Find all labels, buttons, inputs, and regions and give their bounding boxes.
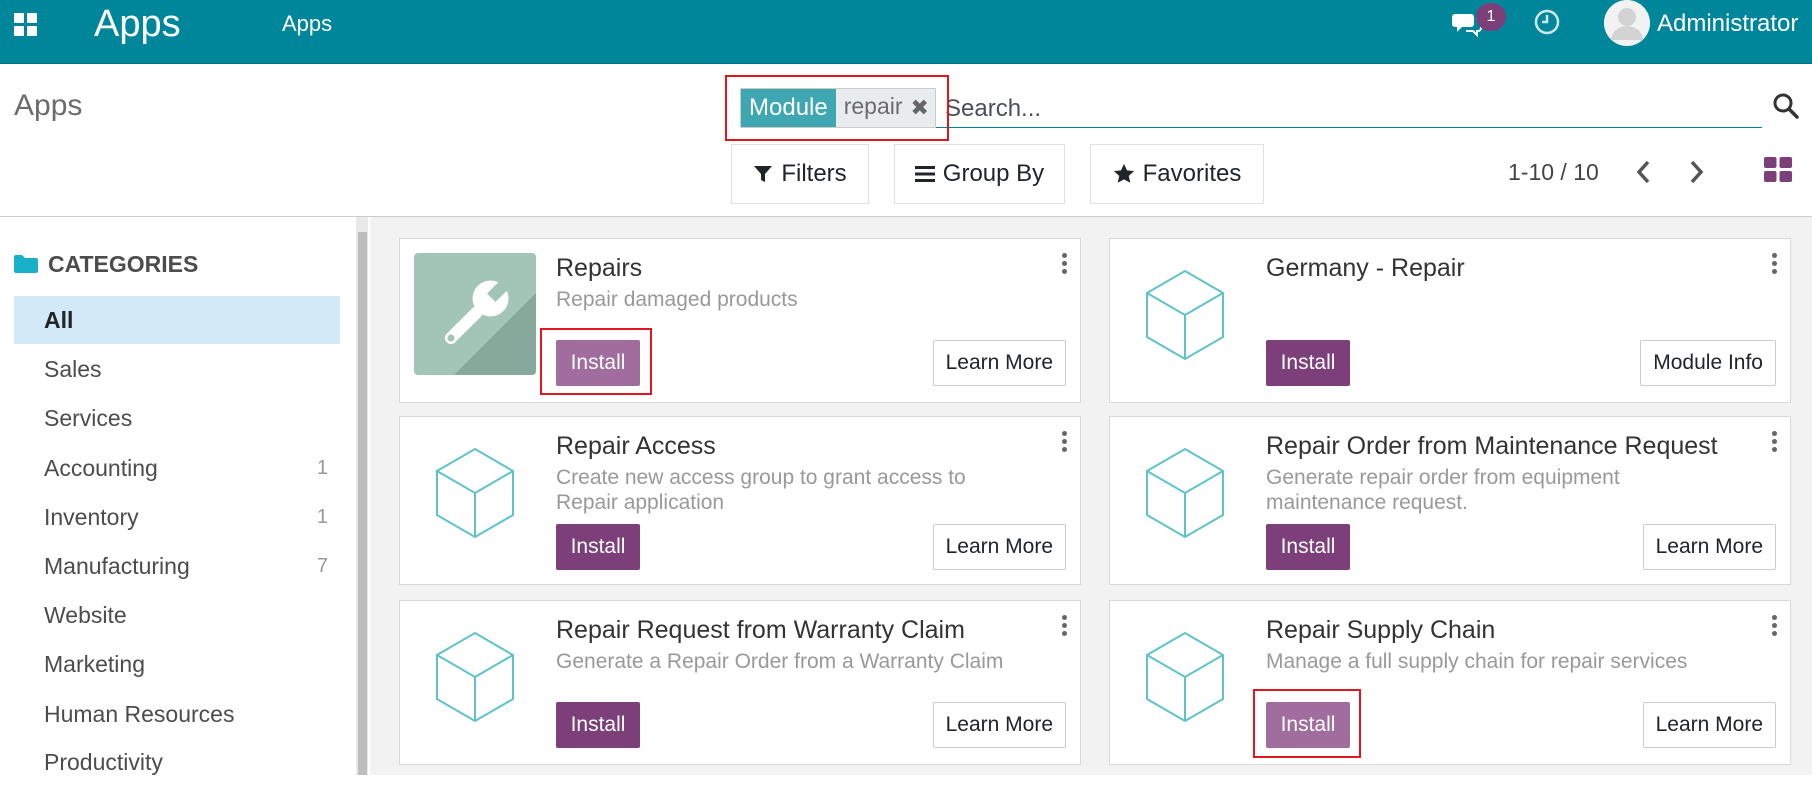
navbar-brand[interactable]: Apps — [94, 2, 181, 46]
top-navbar: Apps Apps 1 Administrator — [0, 0, 1812, 64]
module-cube-icon — [1146, 447, 1224, 539]
category-services[interactable]: Services — [14, 394, 340, 442]
module-cube-icon — [436, 631, 514, 723]
card-menu-kebab-icon[interactable] — [1060, 253, 1068, 275]
app-summary: Manage a full supply chain for repair se… — [1266, 650, 1688, 673]
app-card-repair-access[interactable]: Repair Access Create new access group to… — [399, 416, 1081, 585]
category-label: All — [44, 307, 74, 333]
learn-more-button[interactable]: Learn More — [932, 524, 1066, 570]
search-icon[interactable] — [1772, 92, 1800, 120]
app-name: Repair Access — [556, 432, 716, 460]
card-menu-kebab-icon[interactable] — [1770, 431, 1778, 453]
app-name: Germany - Repair — [1266, 254, 1465, 282]
category-label: Productivity — [44, 749, 163, 775]
folder-icon — [14, 255, 38, 273]
category-label: Services — [44, 405, 133, 431]
app-menu-grid-icon[interactable] — [14, 13, 40, 39]
group-by-bars-icon — [914, 166, 935, 182]
app-name: Repair Supply Chain — [1266, 616, 1496, 644]
app-card-repair-supply-chain[interactable]: Repair Supply Chain Manage a full supply… — [1109, 600, 1791, 765]
module-cube-icon — [1146, 269, 1224, 361]
user-name[interactable]: Administrator — [1657, 9, 1798, 39]
category-marketing[interactable]: Marketing — [14, 640, 340, 688]
card-menu-kebab-icon[interactable] — [1770, 253, 1778, 275]
navbar-menu-apps[interactable]: Apps — [282, 10, 332, 38]
search-input[interactable] — [945, 92, 1745, 126]
app-name: Repair Order from Maintenance Request — [1266, 432, 1718, 460]
category-website[interactable]: Website — [14, 591, 340, 639]
install-button[interactable]: Install — [556, 524, 640, 570]
chevron-right-icon[interactable] — [1682, 157, 1710, 187]
pager-value[interactable]: 1-10 / 10 — [1508, 157, 1599, 187]
category-label: Accounting — [44, 455, 158, 481]
filter-funnel-icon — [754, 166, 773, 182]
app-card-repair-warranty-claim[interactable]: Repair Request from Warranty Claim Gener… — [399, 600, 1081, 765]
app-name: Repairs — [556, 254, 643, 282]
learn-more-button[interactable]: Learn More — [1642, 524, 1776, 570]
category-inventory[interactable]: Inventory 1 — [14, 493, 340, 541]
user-avatar[interactable] — [1604, 0, 1650, 46]
learn-more-button[interactable]: Learn More — [932, 702, 1066, 748]
module-info-button[interactable]: Module Info — [1640, 340, 1776, 386]
categories-header: CATEGORIES — [14, 247, 198, 281]
app-card-repair-order-maintenance[interactable]: Repair Order from Maintenance Request Ge… — [1109, 416, 1791, 585]
favorites-button[interactable]: Favorites — [1090, 144, 1264, 204]
categories-sidebar: CATEGORIES All Sales Services Accounting… — [0, 217, 358, 775]
card-menu-kebab-icon[interactable] — [1060, 615, 1068, 637]
category-label: Human Resources — [44, 701, 235, 727]
category-label: Marketing — [44, 651, 145, 677]
category-human-resources[interactable]: Human Resources — [14, 690, 340, 738]
kanban-view-icon[interactable] — [1764, 157, 1792, 185]
avatar-person-icon — [1604, 0, 1650, 46]
category-label: Inventory — [44, 504, 139, 530]
learn-more-button[interactable]: Learn More — [1642, 702, 1776, 748]
app-summary: Generate a Repair Order from a Warranty … — [556, 650, 1004, 673]
category-all[interactable]: All — [14, 296, 340, 344]
card-menu-kebab-icon[interactable] — [1770, 615, 1778, 637]
chat-unread-badge: 1 — [1476, 3, 1506, 31]
learn-more-button[interactable]: Learn More — [932, 340, 1066, 386]
category-count: 7 — [316, 555, 328, 577]
category-label: Website — [44, 602, 127, 628]
filters-button[interactable]: Filters — [731, 144, 869, 204]
category-label: Sales — [44, 356, 102, 382]
star-icon — [1113, 163, 1134, 183]
categories-header-label: CATEGORIES — [48, 250, 199, 277]
app-summary: Create new access group to grant access … — [556, 466, 966, 514]
category-label: Manufacturing — [44, 553, 190, 579]
category-accounting[interactable]: Accounting 1 — [14, 444, 340, 492]
app-summary: Generate repair order from equipment mai… — [1266, 466, 1620, 514]
activity-clock-icon[interactable] — [1533, 8, 1561, 36]
install-button-highlight — [540, 328, 652, 395]
wrench-icon — [414, 253, 536, 375]
category-manufacturing[interactable]: Manufacturing 7 — [14, 542, 340, 590]
install-button[interactable]: Install — [1266, 524, 1350, 570]
app-name: Repair Request from Warranty Claim — [556, 616, 965, 644]
page-title: Apps — [14, 89, 83, 122]
app-summary: Repair damaged products — [556, 288, 798, 311]
search-facet-highlight — [725, 75, 949, 141]
module-cube-icon — [436, 447, 514, 539]
category-count: 1 — [316, 506, 328, 528]
sidebar-scrollbar-thumb[interactable] — [358, 232, 367, 775]
category-sales[interactable]: Sales — [14, 345, 340, 393]
card-menu-kebab-icon[interactable] — [1060, 431, 1068, 453]
group-by-label: Group By — [942, 160, 1045, 187]
category-productivity[interactable]: Productivity — [14, 738, 340, 786]
filters-label: Filters — [781, 160, 847, 187]
app-card-germany-repair[interactable]: Germany - Repair Install Module Info — [1109, 238, 1791, 403]
app-card-repairs[interactable]: Repairs Repair damaged products Install … — [399, 238, 1081, 403]
install-button-highlight — [1253, 689, 1361, 758]
category-count: 1 — [316, 457, 328, 479]
favorites-label: Favorites — [1142, 160, 1242, 187]
chevron-left-icon[interactable] — [1630, 157, 1658, 187]
install-button[interactable]: Install — [1266, 340, 1350, 386]
install-button[interactable]: Install — [556, 702, 640, 748]
group-by-button[interactable]: Group By — [894, 144, 1065, 204]
module-cube-icon — [1146, 631, 1224, 723]
